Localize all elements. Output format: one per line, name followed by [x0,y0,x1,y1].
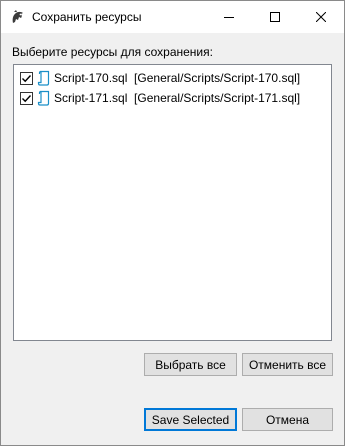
close-button[interactable] [298,1,344,33]
title-bar[interactable]: Сохранить ресурсы [1,1,344,33]
maximize-button[interactable] [252,1,298,33]
minimize-icon [224,17,234,18]
deselect-all-button[interactable]: Отменить все [242,353,333,376]
save-selected-button[interactable]: Save Selected [144,408,237,431]
resource-path: [General/Scripts/Script-171.sql] [134,91,301,105]
close-icon [316,12,326,22]
resource-path: [General/Scripts/Script-170.sql] [134,71,301,85]
window-title: Сохранить ресурсы [32,10,142,24]
select-all-button[interactable]: Выбрать все [144,353,237,376]
app-icon [10,9,26,25]
resource-label: Script-170.sql [General/Scripts/Script-1… [54,71,300,85]
cancel-button[interactable]: Отмена [242,408,333,431]
resource-checkbox[interactable] [20,91,33,105]
resource-label: Script-171.sql [General/Scripts/Script-1… [54,91,300,105]
save-resources-dialog: Сохранить ресурсы Выберите ресурсы для с… [0,0,345,446]
minimize-button[interactable] [206,1,252,33]
checkmark-icon [22,94,32,102]
resource-name: Script-170.sql [54,71,128,85]
sql-script-file-icon [37,70,51,86]
select-resources-label: Выберите ресурсы для сохранения: [12,45,213,59]
resource-name: Script-171.sql [54,91,128,105]
list-item[interactable]: Script-170.sql [General/Scripts/Script-1… [20,69,320,87]
maximize-icon [270,12,280,22]
checkmark-icon [22,74,32,82]
resource-checkbox[interactable] [20,71,33,85]
resources-list[interactable]: Script-170.sql [General/Scripts/Script-1… [13,64,332,341]
sql-script-file-icon [37,90,51,106]
list-item[interactable]: Script-171.sql [General/Scripts/Script-1… [20,89,320,107]
